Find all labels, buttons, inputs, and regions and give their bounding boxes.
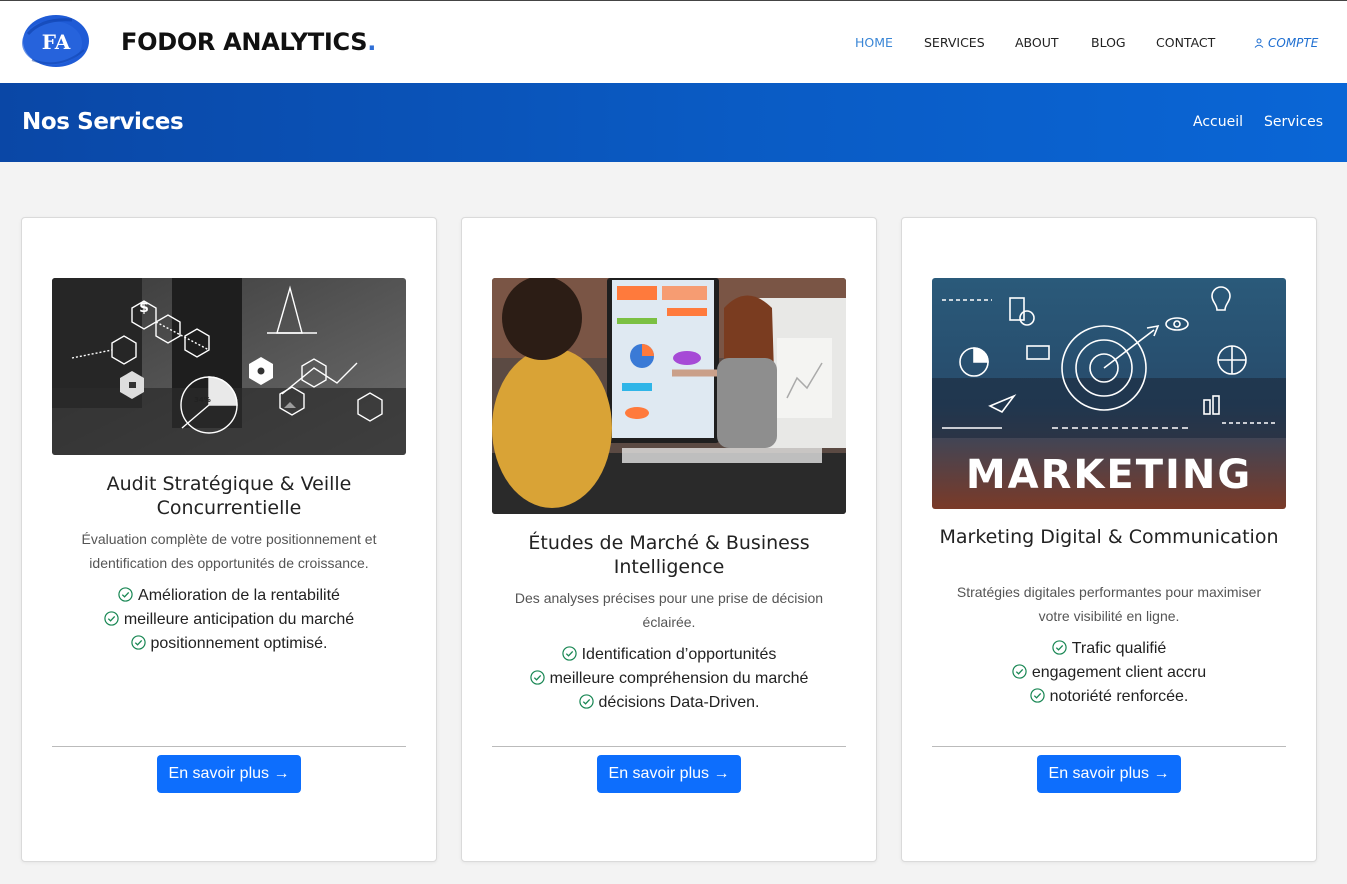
benefit-item: positionnement optimisé.: [42, 632, 416, 656]
card-title: Marketing Digital & Communication: [939, 526, 1279, 548]
benefit-text: engagement client accru: [1031, 664, 1207, 681]
breadcrumb-current: Services: [1264, 114, 1324, 130]
pie-percent-label: 34%: [194, 396, 211, 404]
benefit-item: décisions Data-Driven.: [482, 691, 856, 715]
card-description: Stratégies digitales performantes pour m…: [956, 584, 1262, 624]
breadcrumb-home[interactable]: Accueil: [1193, 114, 1243, 130]
benefit-text: Trafic qualifié: [1071, 640, 1167, 657]
nav-contact[interactable]: CONTACT: [1156, 35, 1215, 50]
check-circle-icon: [130, 635, 146, 650]
check-circle-icon: [1029, 688, 1045, 703]
check-circle-icon: [1052, 640, 1067, 655]
nav-home[interactable]: HOME: [855, 35, 893, 50]
benefit-text: Amélioration de la rentabilité: [138, 587, 340, 604]
check-circle-icon: [529, 670, 545, 685]
benefit-text: notoriété renforcée.: [1049, 688, 1189, 705]
presentation-meeting-illustration: [492, 278, 846, 514]
benefit-item: Identification d’opportunités: [482, 643, 856, 667]
marketing-target-illustration: MARKETING: [932, 278, 1286, 509]
benefit-text: Identification d’opportunités: [581, 646, 777, 663]
benefit-item: Amélioration de la rentabilité: [42, 584, 416, 608]
card-description: Des analyses précises pour une prise de …: [514, 590, 824, 630]
check-circle-icon: [118, 587, 133, 602]
nav-blog[interactable]: BLOG: [1091, 35, 1126, 50]
benefit-list: Amélioration de la rentabilité meilleure…: [42, 584, 416, 656]
dollar-icon: $: [139, 300, 149, 316]
user-icon: [1254, 38, 1264, 48]
card-divider: [52, 746, 406, 747]
main-nav: HOME SERVICES ABOUT BLOG CONTACT COMPTE: [0, 35, 1347, 51]
marketing-word: MARKETING: [966, 452, 1252, 498]
page-title: Nos Services: [22, 109, 184, 135]
card-title: Études de Marché & Business Intelligence: [528, 532, 810, 578]
page-banner: Nos Services Accueil Services: [0, 83, 1347, 162]
card-title: Audit Stratégique & Veille Concurrentiel…: [106, 473, 352, 519]
card-divider: [932, 746, 1286, 747]
benefit-item: notoriété renforcée.: [922, 685, 1296, 709]
benefit-text: positionnement optimisé.: [150, 635, 328, 652]
check-circle-icon: [578, 694, 594, 709]
strategy-analytics-illustration: $ 34%: [52, 278, 406, 455]
benefit-text: meilleure anticipation du marché: [123, 611, 355, 628]
nav-account[interactable]: COMPTE: [1254, 36, 1318, 50]
card-divider: [492, 746, 846, 747]
account-label: COMPTE: [1268, 36, 1319, 50]
learn-more-button[interactable]: En savoir plus →: [1037, 755, 1181, 793]
service-card-market-study: Études de Marché & Business Intelligence…: [461, 217, 877, 862]
learn-more-button[interactable]: En savoir plus →: [597, 755, 741, 793]
audit-image: $ 34%: [52, 278, 406, 455]
marketing-image: MARKETING: [932, 278, 1286, 509]
benefit-text: décisions Data-Driven.: [598, 694, 760, 711]
check-circle-icon: [561, 646, 577, 661]
benefit-item: meilleure anticipation du marché: [42, 608, 416, 632]
check-circle-icon: [104, 611, 119, 626]
card-description: Évaluation complète de votre positionnem…: [81, 531, 377, 571]
nav-about[interactable]: ABOUT: [1015, 35, 1059, 50]
check-circle-icon: [1012, 664, 1027, 679]
benefit-item: engagement client accru: [922, 661, 1296, 685]
nav-services[interactable]: SERVICES: [924, 35, 985, 50]
benefit-list: Identification d’opportunités meilleure …: [482, 643, 856, 715]
site-header: FA FODOR ANALYTICS. HOME SERVICES ABOUT …: [0, 0, 1347, 83]
learn-more-button[interactable]: En savoir plus →: [157, 755, 301, 793]
service-card-marketing: MARKETING Marketing Digital & Communicat…: [901, 217, 1317, 862]
benefit-list: Trafic qualifié engagement client accru …: [922, 637, 1296, 709]
service-card-audit: $ 34% Audit Stratégique & Veille Concurr…: [21, 217, 437, 862]
benefit-item: Trafic qualifié: [922, 637, 1296, 661]
benefit-item: meilleure compréhension du marché: [482, 667, 856, 691]
benefit-text: meilleure compréhension du marché: [549, 670, 809, 687]
market-study-image: [492, 278, 846, 514]
